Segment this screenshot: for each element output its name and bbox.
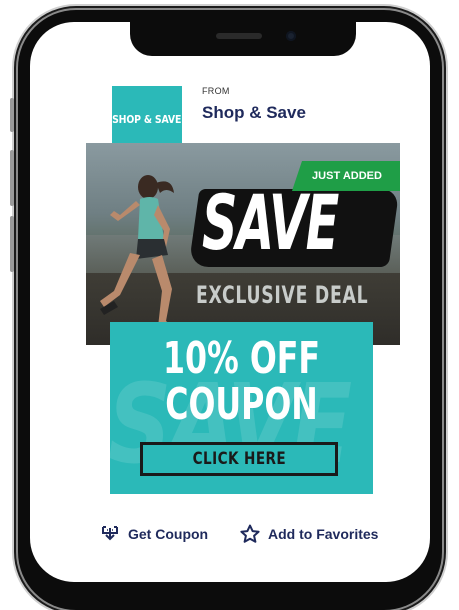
get-coupon-button[interactable]: Get Coupon [100,524,208,544]
coupon-discount: 10% OFF [162,333,321,384]
hero-headline: SAVE [202,178,339,267]
just-added-badge: JUST ADDED [292,161,400,191]
runner-figure [100,175,178,333]
front-camera [286,31,296,41]
phone-volume-up-button [10,150,14,206]
phone-side-button [10,98,14,132]
click-here-label: CLICK HERE [192,449,286,469]
phone-volume-down-button [10,216,14,272]
from-label: FROM [202,86,230,96]
get-coupon-label: Get Coupon [128,526,209,542]
speaker-grille [216,33,262,39]
coupon-title: COUPON [165,379,318,430]
hero-subtitle: EXCLUSIVE DEAL [196,281,369,309]
store-logo-text: SHOP & SAVE [112,112,182,126]
phone-notch [130,22,356,56]
coupon-card[interactable]: SAVE 10% OFF COUPON CLICK HERE [110,322,373,494]
store-name-link[interactable]: Shop & Save [202,103,306,123]
click-here-button[interactable]: CLICK HERE [140,442,338,476]
hero-banner[interactable]: SAVE EXCLUSIVE DEAL JUST ADDED [86,143,400,345]
star-outline-icon [240,524,260,543]
add-to-favorites-label: Add to Favorites [268,526,379,542]
add-to-favorites-button[interactable]: Add to Favorites [240,524,378,544]
download-tray-icon [102,526,118,541]
